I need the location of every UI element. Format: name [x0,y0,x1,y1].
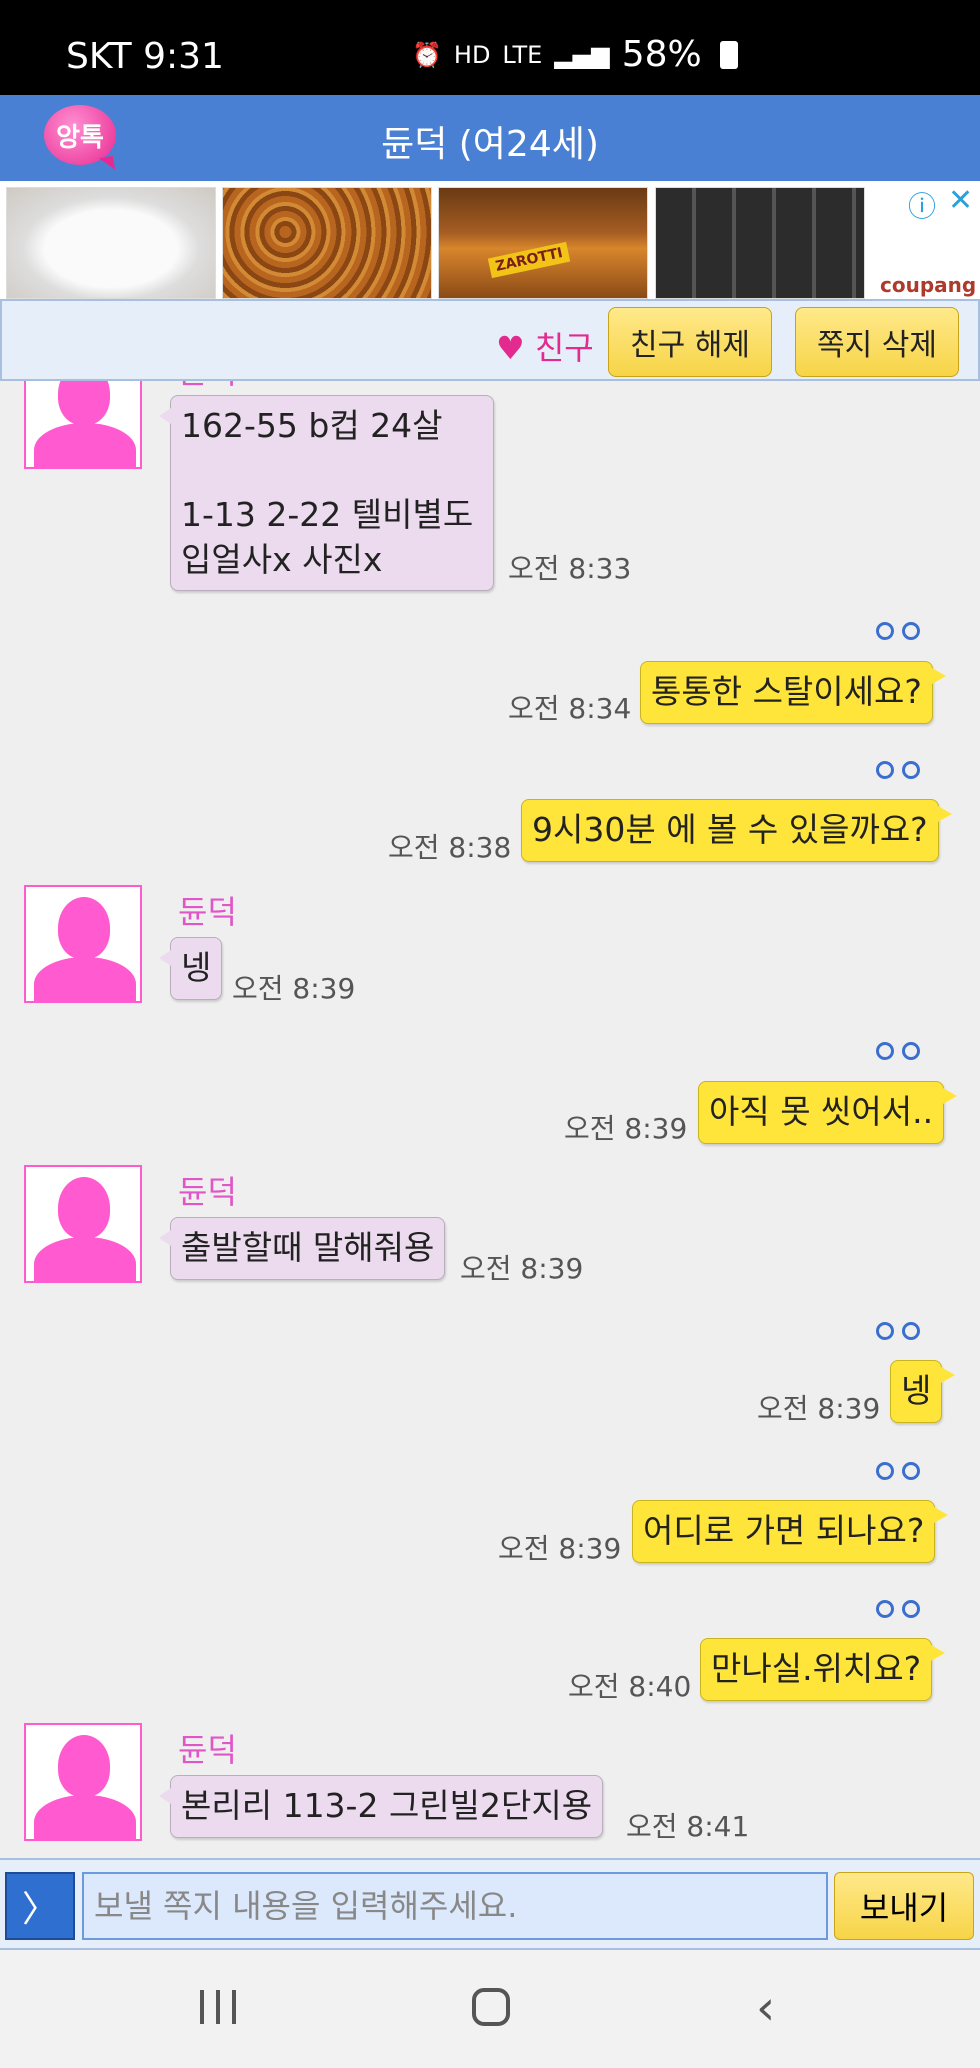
expand-menu-button[interactable]: 〉 [5,1872,75,1940]
message-time: 오전 8:38 [388,831,512,864]
system-nav-bar: ‹ [0,1950,980,2068]
back-icon[interactable]: ‹ [756,1980,775,2036]
page-title: 듄덕 (여24세) [381,124,599,165]
message-bubble-outgoing: 9시30분 에 볼 수 있을까요? [521,799,952,862]
ad-item-label: ZAROTTI [487,241,571,279]
avatar[interactable] [24,885,142,1003]
message-time: 오전 8:39 [757,1392,881,1425]
avatar[interactable] [24,1723,142,1841]
sender-name: 듄덕 [178,893,237,931]
home-icon[interactable] [472,1988,510,2026]
message-bubble-outgoing: 넹 [890,1360,956,1423]
message-time: 오전 8:39 [564,1112,688,1145]
ad-brand: coupang [880,273,977,297]
ad-item-meat[interactable] [655,187,865,299]
message-bubble-outgoing: 어디로 가면 되나요? [632,1500,949,1563]
read-indicator [876,1600,930,1620]
status-icons: ⏰ HD LTE ▂▄▆ 58% [412,34,738,75]
message-time: 오전 8:34 [508,692,632,725]
message-bubble-outgoing: 통통한 스탈이세요? [640,661,946,724]
ad-item-jar[interactable]: ZAROTTI [438,187,648,299]
battery-icon [719,40,738,69]
chat-area[interactable]: 듄덕 162-55 b컵 24살 1-13 2-22 텔비별도 입얼사x 사진x… [0,381,980,1858]
message-time: 오전 8:41 [626,1810,750,1843]
unfriend-button[interactable]: 친구 해제 [608,307,772,377]
ad-item-rice-cake[interactable] [6,187,216,299]
avatar[interactable] [24,381,142,469]
ad-close-icon[interactable]: ✕ [948,183,973,218]
send-button[interactable]: 보내기 [834,1872,974,1940]
signal-icon: ▂▄▆ [554,40,610,69]
message-bubble-incoming: 본리리 113-2 그린빌2단지용 [158,1775,604,1838]
sender-name: 듄덕 [178,1731,237,1769]
alarm-icon: ⏰ [412,40,442,69]
ad-item-snack[interactable] [222,187,432,299]
sender-name: 듄덕 [178,1173,237,1211]
message-time: 오전 8:40 [568,1670,692,1703]
action-bar: ♥ 친구 친구 해제 쪽지 삭제 [0,299,980,381]
message-bubble-outgoing: 만나실.위치요? [700,1638,946,1701]
message-time: 오전 8:39 [460,1252,584,1285]
avatar[interactable] [24,1165,142,1283]
message-bubble-incoming: 출발할때 말해줘용 [158,1217,446,1280]
read-indicator [876,1462,930,1482]
carrier-time: SKT 9:31 [66,36,224,77]
message-bubble-incoming: 162-55 b컵 24살 1-13 2-22 텔비별도 입얼사x 사진x [159,395,494,592]
friend-status-label: ♥ 친구 [496,329,594,367]
read-indicator [876,761,930,781]
recent-apps-icon[interactable] [200,1990,236,2024]
ad-banner[interactable]: ZAROTTI ⓘ ✕ coupang [0,181,980,299]
message-bubble-outgoing: 아직 못 씻어서.. [698,1081,958,1144]
ad-info-icon[interactable]: ⓘ [908,185,936,225]
message-time: 오전 8:33 [508,552,632,585]
read-indicator [876,622,930,642]
message-time: 오전 8:39 [498,1532,622,1565]
message-input[interactable] [82,1872,828,1940]
sender-name: 듄덕 [178,381,237,393]
status-bar: SKT 9:31 ⏰ HD LTE ▂▄▆ 58% [0,0,980,95]
delete-message-button[interactable]: 쪽지 삭제 [795,307,959,377]
hd-voice-icon: HD [453,40,491,69]
message-time: 오전 8:39 [232,972,356,1005]
read-indicator [876,1042,930,1062]
battery-percent: 58% [621,34,702,75]
message-input-bar: 〉 보내기 [0,1858,980,1950]
app-header: 앙톡 듄덕 (여24세) [0,95,980,181]
lte-icon: LTE [502,40,543,69]
read-indicator [876,1322,930,1342]
message-bubble-incoming: 넹 [158,937,223,1000]
